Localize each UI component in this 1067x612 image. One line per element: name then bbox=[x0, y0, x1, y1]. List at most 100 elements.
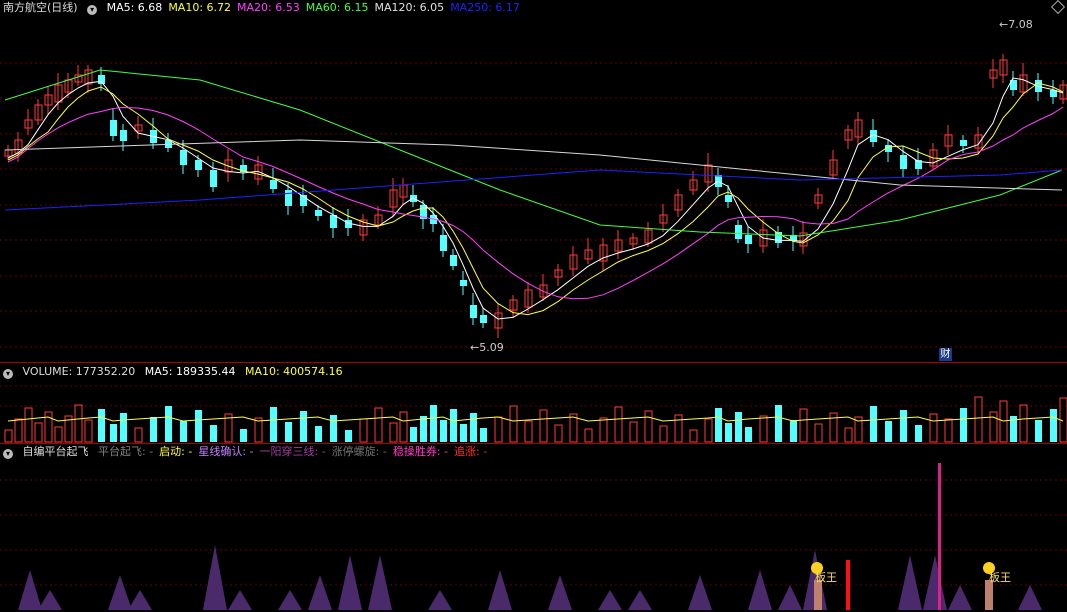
volume-bar bbox=[14, 418, 23, 443]
volume-bar bbox=[799, 408, 808, 443]
volume-bar bbox=[315, 426, 322, 442]
candle-body bbox=[120, 130, 127, 141]
volume-bar bbox=[989, 411, 998, 443]
volume-bar bbox=[34, 422, 43, 443]
indicator-legend-item: 追涨: - bbox=[454, 445, 488, 458]
volume-bar bbox=[599, 417, 608, 443]
volume-bar bbox=[644, 410, 653, 443]
volume-bar bbox=[134, 427, 143, 443]
panel-divider bbox=[0, 443, 1067, 444]
volume-bar bbox=[195, 410, 202, 442]
indicator-spike bbox=[38, 590, 62, 610]
candle-body bbox=[480, 315, 487, 323]
indicator-spike bbox=[428, 590, 452, 610]
volume-bar bbox=[704, 418, 713, 443]
volume-bar bbox=[915, 425, 922, 442]
volume-bar bbox=[775, 405, 782, 442]
candle-body bbox=[900, 155, 907, 169]
volume-bar bbox=[470, 413, 477, 442]
volume-bar bbox=[885, 421, 892, 442]
indicator-legend-item: 平台起飞: - bbox=[98, 445, 154, 458]
finance-badge[interactable]: 财 bbox=[939, 348, 952, 361]
volume-bar bbox=[98, 409, 105, 442]
indicator-spike bbox=[18, 570, 42, 610]
volume-bar bbox=[24, 407, 33, 443]
indicator-spike bbox=[923, 555, 947, 610]
indicator-legend-item: 星线确认: - bbox=[198, 445, 254, 458]
volume-bar bbox=[270, 407, 277, 442]
volume-bar bbox=[554, 424, 563, 443]
candle-body bbox=[330, 215, 337, 228]
banwang-label: 板王 bbox=[815, 571, 837, 584]
volume-bar bbox=[254, 417, 263, 443]
candle-body bbox=[285, 190, 292, 206]
chase-signal-bar bbox=[846, 560, 850, 610]
volume-bar bbox=[54, 426, 63, 443]
volume-bar bbox=[389, 422, 398, 443]
indicator-spike bbox=[688, 575, 712, 610]
volume-bar bbox=[509, 405, 518, 443]
indicator-spike bbox=[488, 570, 512, 610]
volume-bar bbox=[150, 417, 157, 442]
indicator-chart[interactable] bbox=[0, 460, 1067, 612]
candle-body bbox=[110, 120, 117, 136]
low-price-annotation: ←5.09 bbox=[470, 341, 504, 354]
volume-bar bbox=[180, 421, 187, 442]
volume-bar bbox=[74, 404, 83, 443]
volume-bar bbox=[689, 429, 698, 443]
candle-body bbox=[960, 140, 967, 146]
indicator-spike bbox=[778, 585, 802, 610]
indicator-spike bbox=[898, 555, 922, 610]
indicator-header: ▾ 自编平台起飞 平台起飞: - 启动: - 星线确认: - 一阳穿三线: - 涨停螺旋… bbox=[3, 445, 499, 459]
indicator-spike bbox=[548, 575, 572, 610]
candlestick-chart[interactable] bbox=[0, 0, 1067, 362]
volume-bar bbox=[870, 406, 877, 442]
volume-bar bbox=[410, 427, 417, 442]
volume-bar bbox=[759, 415, 768, 443]
panel-divider bbox=[0, 362, 1067, 363]
volume-bar bbox=[84, 419, 93, 443]
volume-bar bbox=[300, 411, 307, 442]
volume-bar bbox=[359, 418, 368, 443]
volume-bar bbox=[745, 427, 752, 442]
volume-bar bbox=[120, 413, 127, 442]
volume-bar bbox=[1050, 409, 1057, 442]
indicator-toggle-icon[interactable]: ▾ bbox=[3, 449, 13, 459]
volume-bar bbox=[844, 427, 853, 443]
indicator-spike bbox=[278, 590, 302, 610]
indicator-legend-item: 一阳穿三线: - bbox=[259, 445, 326, 458]
volume-bar bbox=[285, 422, 292, 442]
volume-bar bbox=[450, 409, 457, 442]
volume-bar bbox=[900, 410, 907, 442]
candle-body bbox=[735, 225, 742, 239]
volume-bar bbox=[440, 420, 447, 442]
volume-bar bbox=[715, 408, 722, 442]
volume-bar bbox=[210, 425, 217, 442]
high-price-annotation: ←7.08 bbox=[999, 18, 1033, 31]
candle-body bbox=[725, 195, 732, 202]
volume-bar bbox=[494, 416, 503, 443]
volume-bar bbox=[110, 424, 117, 442]
volume-bar bbox=[460, 424, 467, 442]
volume-bar bbox=[374, 407, 383, 443]
candle-body bbox=[210, 170, 217, 187]
volume-bar bbox=[1019, 404, 1028, 443]
indicator-spike bbox=[308, 575, 332, 610]
volume-bar bbox=[240, 429, 247, 442]
volume-bar bbox=[420, 416, 427, 442]
volume-bar bbox=[960, 408, 967, 442]
candle-body bbox=[315, 210, 322, 216]
high-price-label: 7.08 bbox=[1008, 18, 1033, 31]
volume-chart[interactable] bbox=[0, 376, 1067, 446]
candle-body bbox=[450, 255, 457, 266]
volume-bar bbox=[735, 412, 742, 442]
volume-bar bbox=[944, 418, 953, 443]
indicator-spike bbox=[368, 555, 392, 610]
indicator-spike bbox=[203, 545, 227, 610]
indicator-name: 自编平台起飞 bbox=[22, 445, 89, 458]
candle-body bbox=[270, 180, 277, 189]
volume-bar bbox=[524, 420, 533, 443]
candle-body bbox=[745, 235, 752, 244]
candle-body bbox=[195, 160, 202, 170]
volume-bar bbox=[999, 400, 1008, 443]
